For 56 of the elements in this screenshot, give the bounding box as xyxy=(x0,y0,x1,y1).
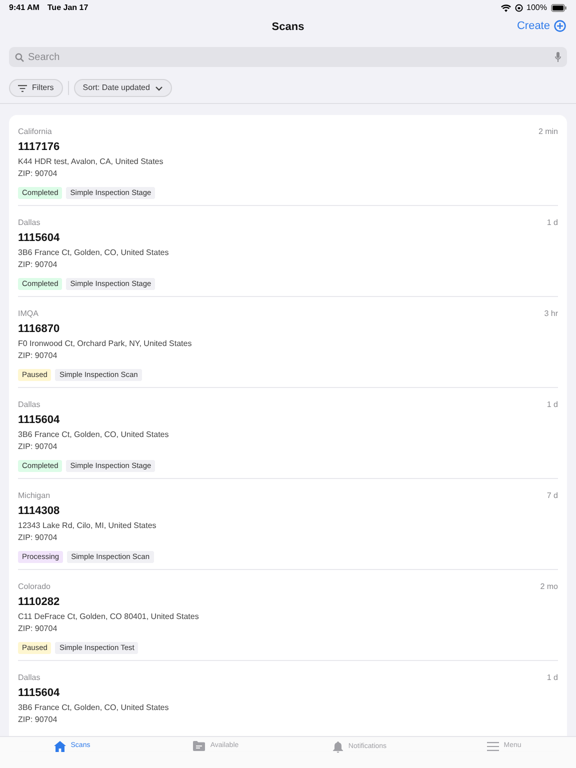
battery-percent: 100% xyxy=(526,2,547,14)
search-icon xyxy=(15,52,24,62)
scan-id: 1110282 xyxy=(18,596,60,609)
region-label: California xyxy=(18,127,52,137)
scan-address: F0 Ironwood Ct, Orchard Park, NY, United States xyxy=(18,339,192,349)
scan-address: C11 DeFrace Ct, Golden, CO 80401, United States xyxy=(18,612,199,622)
time-ago: 1 d xyxy=(546,218,558,228)
create-button[interactable]: Create xyxy=(516,18,566,34)
menu-icon xyxy=(486,742,499,751)
sort-button[interactable]: Sort: Date updated xyxy=(74,79,172,97)
time-ago: 2 min xyxy=(538,127,558,137)
zip-code: ZIP: 90704 xyxy=(18,533,58,543)
time-ago: 2 mo xyxy=(540,582,558,592)
scan-address: 3B6 France Ct, Golden, CO, United States xyxy=(18,248,169,258)
scan-address: 3B6 France Ct, Golden, CO, United States xyxy=(18,703,169,713)
status-time: 9:41 AM xyxy=(9,2,40,14)
region-label: Colorado xyxy=(18,582,50,592)
zip-code: ZIP: 90704 xyxy=(18,624,58,634)
battery-icon xyxy=(551,4,567,12)
home-icon xyxy=(54,741,66,752)
filters-button[interactable]: Filters xyxy=(9,79,63,97)
status-date: Tue Jan 17 xyxy=(47,2,88,14)
page-title: Scans xyxy=(272,20,304,35)
zip-code: ZIP: 90704 xyxy=(18,442,58,452)
zip-code: ZIP: 90704 xyxy=(18,169,58,179)
scan-address: 3B6 France Ct, Golden, CO, United States xyxy=(18,430,169,440)
time-ago: 1 d xyxy=(546,400,558,410)
zip-code: ZIP: 90704 xyxy=(18,715,58,725)
region-label: Dallas xyxy=(18,673,40,683)
time-ago: 1 d xyxy=(546,673,558,683)
microphone-icon[interactable] xyxy=(555,52,561,62)
chevron-down-icon xyxy=(154,86,163,90)
region-label: IMQA xyxy=(18,309,38,319)
time-ago: 7 d xyxy=(546,491,558,501)
scan-id: 1116870 xyxy=(18,323,60,336)
region-label: Dallas xyxy=(18,218,40,228)
zip-code: ZIP: 90704 xyxy=(18,260,58,270)
scan-id: 1115604 xyxy=(18,414,60,427)
region-label: Dallas xyxy=(18,400,40,410)
scan-id: 1115604 xyxy=(18,232,60,245)
folder-icon xyxy=(193,741,206,752)
zip-code: ZIP: 90704 xyxy=(18,351,58,361)
filter-icon xyxy=(18,84,27,92)
search-bar[interactable]: Search xyxy=(9,47,567,67)
plus-circle-icon xyxy=(554,20,566,32)
bell-icon xyxy=(333,741,344,753)
search-field[interactable]: Search xyxy=(28,50,551,64)
scan-id: 1114308 xyxy=(18,505,60,518)
scan-id: 1117176 xyxy=(18,141,60,154)
scan-id: 1115604 xyxy=(18,687,60,700)
scan-address: K44 HDR test, Avalon, CA, United States xyxy=(18,157,164,167)
orientation-lock-icon xyxy=(514,4,523,12)
wifi-icon xyxy=(500,4,511,12)
scan-address: 12343 Lake Rd, Cilo, MI, United States xyxy=(18,521,156,531)
time-ago: 3 hr xyxy=(544,309,558,319)
region-label: Michigan xyxy=(18,491,50,501)
